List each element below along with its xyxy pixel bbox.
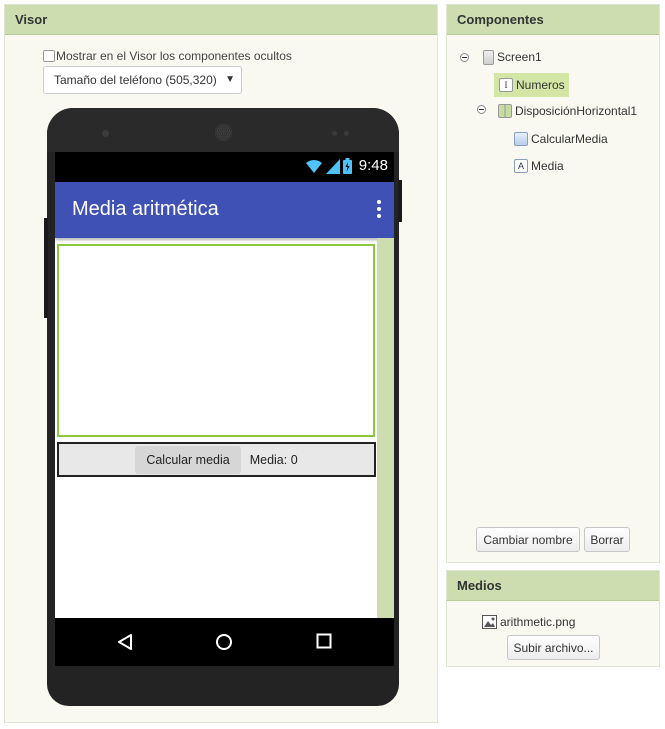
status-bar: 9:48 [55, 152, 394, 182]
speaker-icon [215, 124, 232, 141]
tree-item-label: CalcularMedia [531, 132, 608, 146]
phone-side-button-right [398, 180, 402, 222]
componentes-panel: Componentes Screen1 I Numeros Disposició… [446, 4, 660, 563]
signal-icon [325, 158, 340, 174]
tree-item-label: Media [531, 159, 564, 173]
media-file-item[interactable]: arithmetic.png [482, 610, 575, 634]
collapse-screen1-icon[interactable] [460, 53, 469, 62]
app-bar: Media aritmética [55, 182, 394, 238]
phone-size-select[interactable]: Tamaño del teléfono (505,320) ▼ [43, 66, 242, 94]
phone-screen: 9:48 Media aritmética Calcular media Med… [55, 152, 394, 666]
label-icon: A [514, 159, 528, 173]
componentes-title: Componentes [447, 5, 659, 35]
horizontal-arrangement[interactable]: Calcular media Media: 0 [57, 442, 376, 477]
phone-side-button-left [44, 218, 48, 318]
wifi-icon [305, 159, 322, 173]
app-title: Media aritmética [72, 198, 219, 220]
numeros-textbox[interactable] [57, 244, 375, 437]
show-hidden-toggle[interactable]: Mostrar en el Visor los componentes ocul… [43, 49, 292, 63]
image-file-icon [482, 615, 497, 629]
media-file-name: arithmetic.png [500, 615, 576, 629]
sensor-icon [332, 131, 337, 136]
recents-icon[interactable] [316, 633, 332, 649]
phone-mockup: 9:48 Media aritmética Calcular media Med… [44, 108, 402, 706]
camera-icon [102, 130, 109, 137]
button-icon [514, 132, 528, 146]
textbox-icon: I [499, 78, 513, 92]
medios-title: Medios [447, 571, 659, 601]
rename-button[interactable]: Cambiar nombre [476, 527, 580, 552]
visor-title: Visor [5, 5, 437, 35]
chevron-down-icon: ▼ [225, 74, 235, 85]
tree-item-numeros[interactable]: I Numeros [494, 73, 569, 97]
screen-scrollbar[interactable] [377, 238, 394, 618]
tree-item-calcular-media[interactable]: CalcularMedia [514, 127, 608, 151]
horizontal-arrangement-icon [498, 104, 512, 118]
show-hidden-checkbox[interactable] [43, 50, 55, 62]
tree-item-label: DisposiciónHorizontal1 [515, 104, 638, 118]
visor-panel: Visor Mostrar en el Visor los componente… [4, 4, 438, 723]
tree-item-screen1[interactable]: Screen1 [483, 45, 542, 69]
nav-bar [55, 618, 394, 666]
home-icon[interactable] [215, 633, 233, 651]
screen-icon [483, 49, 494, 65]
medios-panel: Medios arithmetic.png Subir archivo... [446, 570, 660, 667]
collapse-disposicion-icon[interactable] [477, 105, 486, 114]
calcular-media-button[interactable]: Calcular media [135, 445, 241, 474]
delete-button[interactable]: Borrar [584, 527, 630, 552]
status-time: 9:48 [358, 157, 388, 174]
tree-item-label: Screen1 [497, 50, 542, 64]
overflow-menu-icon[interactable] [376, 200, 382, 221]
phone-top-bezel [47, 108, 399, 152]
battery-icon [342, 157, 352, 174]
back-icon[interactable] [117, 633, 133, 651]
show-hidden-label: Mostrar en el Visor los componentes ocul… [56, 49, 292, 63]
phone-size-value: Tamaño del teléfono (505,320) [54, 73, 217, 87]
tree-item-label: Numeros [516, 78, 565, 92]
sensor-icon [344, 131, 349, 136]
upload-file-button[interactable]: Subir archivo... [507, 635, 600, 660]
media-label[interactable]: Media: 0 [250, 453, 298, 467]
tree-item-media[interactable]: A Media [514, 154, 564, 178]
tree-item-disposicion-horizontal1[interactable]: DisposiciónHorizontal1 [498, 99, 637, 123]
